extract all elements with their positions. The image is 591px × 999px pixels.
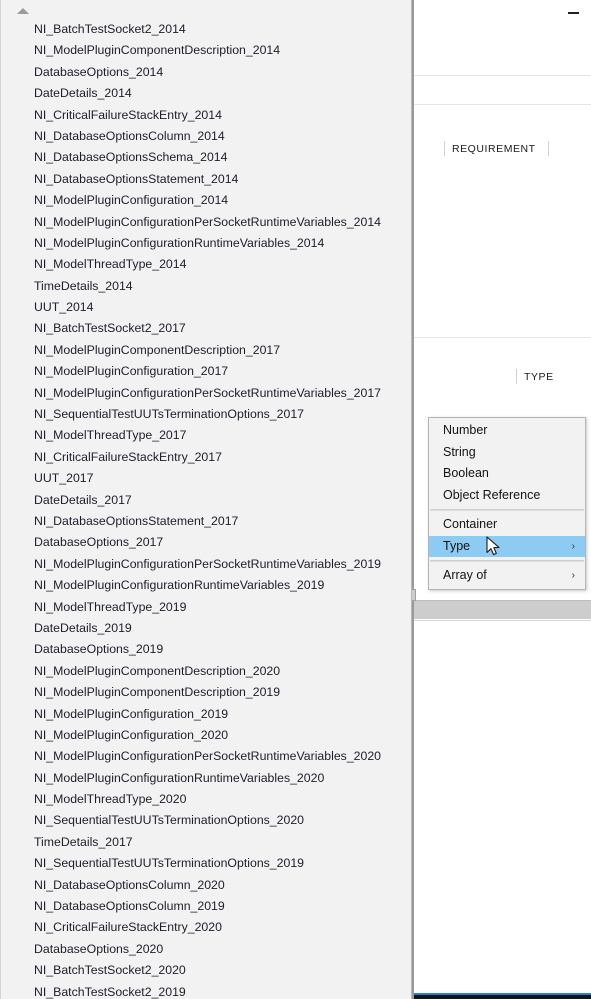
list-item[interactable]: NI_SequentialTestUUTsTerminationOptions_…	[0, 404, 411, 425]
requirement-column-separator-left	[444, 141, 445, 156]
list-item[interactable]: DatabaseOptions_2017	[0, 532, 411, 553]
list-item[interactable]: NI_CriticalFailureStackEntry_2017	[0, 447, 411, 468]
panel-edge-dark	[412, 0, 414, 999]
scroll-up-arrow-icon[interactable]	[14, 4, 32, 18]
type-list-items: NI_BatchTestSocket2_2014 NI_ModelPluginCo…	[0, 19, 411, 999]
application-window: REQUIREMENT TYPE NI_BatchTestSocket2_201…	[0, 0, 591, 999]
column-header-type: TYPE	[524, 371, 554, 383]
list-item[interactable]: NI_ModelPluginConfiguration_2019	[0, 704, 411, 725]
list-item[interactable]: DateDetails_2014	[0, 83, 411, 104]
list-item[interactable]: NI_ModelPluginComponentDescription_2019	[0, 682, 411, 703]
window-titlebar	[412, 0, 591, 30]
list-item[interactable]: NI_DatabaseOptionsColumn_2019	[0, 896, 411, 917]
list-item[interactable]: NI_BatchTestSocket2_2020	[0, 960, 411, 981]
bottom-strip	[414, 995, 591, 999]
menu-item-string[interactable]: String	[429, 442, 585, 464]
list-item[interactable]: NI_ModelPluginConfigurationPerSocketRunt…	[0, 554, 411, 575]
type-column-separator-left	[516, 369, 517, 384]
list-item[interactable]: NI_DatabaseOptionsColumn_2014	[0, 126, 411, 147]
menu-item-array-of[interactable]: Array of ›	[429, 565, 585, 587]
list-item[interactable]: NI_ModelPluginConfigurationRuntimeVariab…	[0, 768, 411, 789]
list-item[interactable]: NI_DatabaseOptionsSchema_2014	[0, 147, 411, 168]
list-item[interactable]: NI_ModelThreadType_2014	[0, 254, 411, 275]
list-item[interactable]: NI_ModelPluginConfigurationPerSocketRunt…	[0, 212, 411, 233]
list-item[interactable]: DatabaseOptions_2020	[0, 939, 411, 960]
list-item[interactable]: TimeDetails_2014	[0, 276, 411, 297]
list-item[interactable]: DatabaseOptions_2014	[0, 62, 411, 83]
grid-selected-row[interactable]	[414, 601, 591, 619]
menu-item-object-reference[interactable]: Object Reference	[429, 485, 585, 507]
menu-item-container[interactable]: Container	[429, 514, 585, 536]
list-item[interactable]: NI_ModelPluginConfigurationPerSocketRunt…	[0, 746, 411, 767]
menu-item-label: String	[443, 444, 476, 459]
menu-item-number[interactable]: Number	[429, 420, 585, 442]
grid-row-border-bottom	[414, 620, 591, 621]
list-item[interactable]: NI_ModelPluginConfiguration_2020	[0, 725, 411, 746]
chevron-right-icon: ›	[571, 570, 575, 581]
menu-item-label: Container	[443, 517, 498, 531]
list-item[interactable]: NI_ModelThreadType_2019	[0, 597, 411, 618]
menu-item-boolean[interactable]: Boolean	[429, 463, 585, 485]
list-item[interactable]: NI_ModelPluginComponentDescription_2017	[0, 340, 411, 361]
panel-divider-top	[412, 75, 591, 76]
list-item[interactable]: NI_BatchTestSocket2_2019	[0, 982, 411, 999]
panel-divider-third	[412, 337, 591, 338]
list-item[interactable]: NI_ModelPluginComponentDescription_2014	[0, 40, 411, 61]
list-item[interactable]: NI_ModelThreadType_2017	[0, 425, 411, 446]
requirement-column-separator-right	[548, 141, 549, 156]
type-context-menu[interactable]: Number String Boolean Object Reference Conta…	[428, 417, 586, 590]
menu-item-label: Boolean	[443, 466, 489, 480]
list-item[interactable]: DatabaseOptions_2019	[0, 639, 411, 660]
column-header-requirement: REQUIREMENT	[452, 143, 536, 155]
minimize-icon	[567, 12, 579, 14]
list-item[interactable]: NI_DatabaseOptionsStatement_2014	[0, 169, 411, 190]
list-item[interactable]: NI_ModelPluginComponentDescription_2020	[0, 661, 411, 682]
list-item[interactable]: NI_BatchTestSocket2_2017	[0, 318, 411, 339]
menu-separator	[430, 560, 584, 562]
menu-item-type[interactable]: Type ›	[429, 535, 585, 557]
chevron-up-icon	[17, 8, 29, 14]
list-item[interactable]: UUT_2014	[0, 297, 411, 318]
list-item[interactable]: NI_CriticalFailureStackEntry_2014	[0, 105, 411, 126]
list-item[interactable]: NI_ModelPluginConfigurationRuntimeVariab…	[0, 233, 411, 254]
minimize-button[interactable]	[559, 0, 587, 26]
menu-item-label: Number	[443, 423, 488, 437]
panel-divider-second	[412, 104, 591, 105]
list-item[interactable]: DateDetails_2019	[0, 618, 411, 639]
list-item[interactable]: UUT_2017	[0, 468, 411, 489]
list-item[interactable]: NI_ModelThreadType_2020	[0, 789, 411, 810]
chevron-right-icon: ›	[571, 540, 575, 552]
list-item[interactable]: NI_CriticalFailureStackEntry_2020	[0, 917, 411, 938]
list-item[interactable]: NI_ModelPluginConfiguration_2017	[0, 361, 411, 382]
list-item[interactable]: NI_DatabaseOptionsColumn_2020	[0, 875, 411, 896]
type-list-dropdown[interactable]: NI_BatchTestSocket2_2014 NI_ModelPluginCo…	[0, 0, 412, 999]
list-item[interactable]: TimeDetails_2017	[0, 832, 411, 853]
list-item[interactable]: NI_ModelPluginConfiguration_2014	[0, 190, 411, 211]
list-item[interactable]: DateDetails_2017	[0, 490, 411, 511]
list-item[interactable]: NI_DatabaseOptionsStatement_2017	[0, 511, 411, 532]
list-item[interactable]: NI_ModelPluginConfigurationRuntimeVariab…	[0, 575, 411, 596]
list-item[interactable]: NI_SequentialTestUUTsTerminationOptions_…	[0, 810, 411, 831]
menu-item-label: Object Reference	[443, 487, 541, 502]
menu-separator	[430, 509, 584, 511]
list-item[interactable]: NI_ModelPluginConfigurationPerSocketRunt…	[0, 383, 411, 404]
menu-item-label: Array of	[443, 568, 487, 582]
list-item[interactable]: NI_SequentialTestUUTsTerminationOptions_…	[0, 853, 411, 874]
list-item[interactable]: NI_BatchTestSocket2_2014	[0, 19, 411, 40]
menu-item-label: Type	[443, 538, 471, 553]
